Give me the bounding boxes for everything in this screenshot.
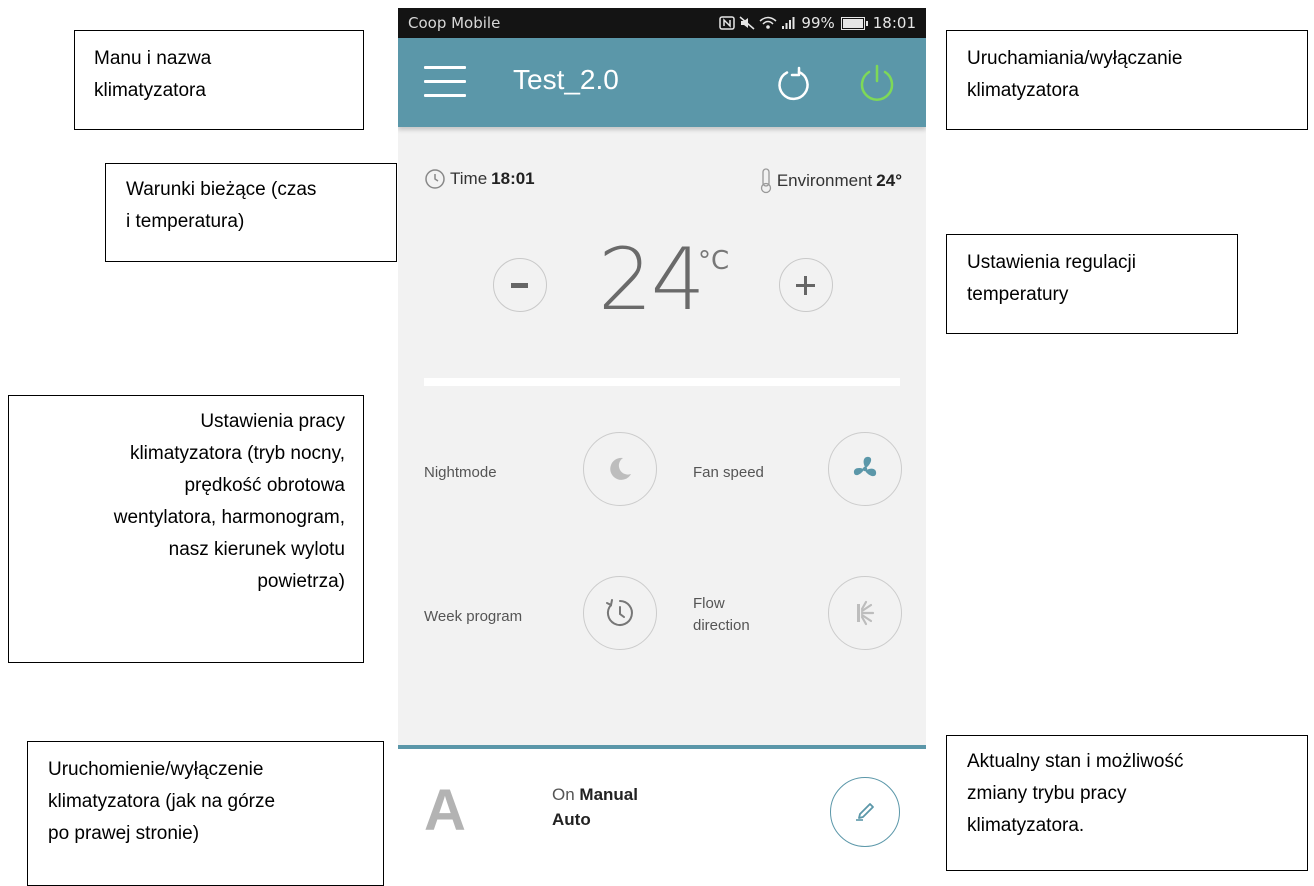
set-temperature: 24	[598, 230, 705, 330]
power-button[interactable]	[856, 62, 898, 104]
menu-bar-line	[424, 80, 466, 83]
wifi-icon	[759, 16, 777, 29]
callout-line: temperatury	[967, 284, 1069, 305]
callout-menu-name: Manu i nazwa klimatyzatora	[74, 30, 364, 130]
callout-line: klimatyzatora (jak na górze	[48, 791, 276, 812]
callout-line: zmiany trybu pracy	[967, 783, 1127, 804]
callout-line: po prawej stronie)	[48, 823, 200, 844]
nfc-icon	[719, 16, 736, 30]
mute-icon	[739, 16, 755, 30]
thermometer-icon	[760, 168, 771, 194]
callout-line: Aktualny stan i możliwość	[967, 751, 1184, 772]
pencil-icon	[856, 803, 874, 821]
battery-percent: 99%	[801, 14, 835, 32]
callout-line: i temperatura)	[126, 211, 245, 232]
flow-direction-label-line2: direction	[693, 617, 750, 634]
carrier-name: Coop Mobile	[408, 14, 501, 32]
callout-power-top: Uruchamiania/wyłączanie klimatyzatora	[946, 30, 1308, 130]
callout-current-conditions: Warunki bieżące (czas i temperatura)	[105, 163, 397, 262]
mode-status: On Manual Auto	[552, 782, 638, 832]
temperature-increase-button[interactable]	[779, 258, 833, 312]
week-program-button[interactable]	[583, 576, 657, 650]
nightmode-label: Nightmode	[424, 464, 497, 481]
signal-icon	[782, 17, 795, 29]
environment-label: Environment	[776, 171, 873, 190]
fan-speed-label: Fan speed	[693, 464, 764, 481]
callout-temp-settings: Ustawienia regulacji temperatury	[946, 234, 1238, 334]
menu-button[interactable]	[424, 64, 466, 100]
clock-icon	[425, 169, 445, 189]
environment-temperature: Environment 24°	[759, 168, 902, 194]
callout-line: klimatyzatora.	[967, 815, 1085, 836]
status-bar: Coop Mobile 99% 18:01	[398, 8, 926, 38]
nightmode-button[interactable]	[583, 432, 657, 506]
environment-value: 24°	[876, 171, 902, 190]
callout-line: klimatyzatora	[967, 80, 1079, 101]
current-time: Time 18:01	[424, 168, 535, 190]
callout-line: Uruchomienie/wyłączenie	[48, 759, 264, 780]
week-program-label: Week program	[424, 608, 523, 625]
flow-direction-icon	[857, 600, 875, 626]
flow-direction-label: Flow direction	[693, 593, 750, 637]
clock-icon	[606, 599, 633, 626]
mode-letter: A	[424, 778, 466, 843]
callout-line: klimatyzatora (tryb nocny,	[129, 443, 345, 464]
app-bar: Test_2.0	[398, 38, 926, 127]
mode-sub: Auto	[552, 810, 591, 829]
refresh-button[interactable]	[774, 64, 814, 104]
status-time: 18:01	[872, 14, 916, 32]
callout-line: wentylatora, harmonogram,	[113, 507, 345, 528]
refresh-icon	[778, 66, 809, 101]
time-value: 18:01	[491, 169, 535, 188]
callout-operation-settings: Ustawienia pracy klimatyzatora (tryb noc…	[8, 395, 364, 663]
menu-bar-line	[424, 94, 466, 97]
callout-power-bottom: Uruchomienie/wyłączenie klimatyzatora (j…	[27, 741, 384, 886]
edit-mode-button[interactable]	[830, 777, 900, 847]
callout-line: klimatyzatora	[94, 80, 206, 101]
callout-line: Warunki bieżące (czas	[126, 179, 317, 200]
callout-line: powietrza)	[257, 571, 345, 592]
mode-state: Manual	[579, 785, 638, 804]
mode-state-prefix: On	[552, 785, 575, 804]
status-icons	[719, 16, 795, 30]
mode-panel: A On Manual Auto	[398, 749, 926, 877]
menu-bar-line	[424, 66, 466, 69]
callout-line: Manu i nazwa	[94, 48, 212, 69]
callout-mode-state: Aktualny stan i możliwość zmiany trybu p…	[946, 735, 1308, 871]
temperature-unit: °C	[698, 246, 730, 276]
phone-screen: Coop Mobile 99% 18:01 Test_2.0 Time 18:0…	[398, 8, 926, 877]
callout-line: prędkość obrotowa	[184, 475, 345, 496]
moon-icon	[610, 457, 631, 480]
flow-direction-button[interactable]	[828, 576, 902, 650]
divider	[424, 378, 900, 386]
status-right: 99% 18:01	[719, 8, 916, 38]
flow-direction-label-line1: Flow	[693, 595, 725, 612]
fan-icon	[853, 456, 877, 477]
callout-line: nasz kierunek wylotu	[168, 539, 345, 560]
battery-icon	[840, 16, 868, 30]
fan-speed-button[interactable]	[828, 432, 902, 506]
power-icon	[860, 64, 894, 101]
callout-line: Uruchamiania/wyłączanie	[967, 48, 1183, 69]
callout-line: Ustawienia regulacji	[967, 252, 1136, 273]
time-label: Time	[450, 169, 488, 188]
device-name: Test_2.0	[513, 64, 619, 95]
callout-line: Ustawienia pracy	[200, 411, 345, 432]
temperature-decrease-button[interactable]	[493, 258, 547, 312]
